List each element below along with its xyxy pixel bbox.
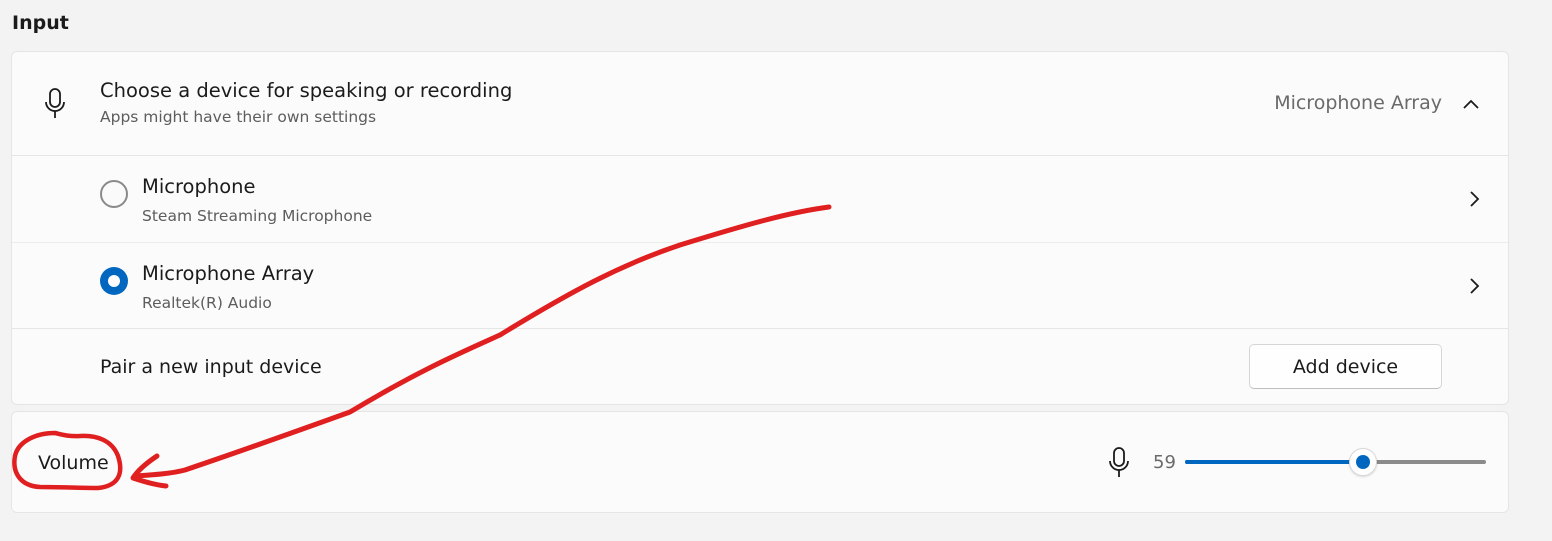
radio-button-microphone[interactable] [100, 180, 128, 208]
volume-card: Volume 59 [11, 411, 1509, 513]
device-description: Steam Streaming Microphone [142, 207, 373, 225]
chevron-right-icon[interactable] [1468, 190, 1480, 212]
pair-device-row: Pair a new input device Add device [12, 328, 1508, 405]
device-option-microphone[interactable]: Microphone Steam Streaming Microphone [12, 155, 1508, 243]
volume-value: 59 [1153, 452, 1176, 473]
device-name: Microphone [142, 175, 256, 198]
device-description: Realtek(R) Audio [142, 294, 272, 312]
device-name: Microphone Array [142, 262, 315, 285]
input-device-card: Choose a device for speaking or recordin… [11, 51, 1509, 405]
chevron-right-icon[interactable] [1468, 277, 1480, 299]
input-device-selector-header[interactable]: Choose a device for speaking or recordin… [12, 52, 1508, 156]
selected-device-value: Microphone Array [1274, 92, 1442, 114]
device-option-microphone-array[interactable]: Microphone Array Realtek(R) Audio [12, 242, 1508, 329]
input-device-subtitle: Apps might have their own settings [100, 108, 377, 126]
add-device-button[interactable]: Add device [1249, 344, 1442, 389]
microphone-icon [1108, 447, 1130, 479]
volume-label: Volume [38, 452, 109, 474]
slider-thumb[interactable] [1349, 448, 1377, 476]
slider-fill [1185, 460, 1363, 464]
section-title: Input [12, 12, 69, 34]
pair-device-label: Pair a new input device [100, 356, 322, 378]
microphone-icon [44, 88, 66, 120]
chevron-up-icon[interactable] [1462, 95, 1480, 114]
volume-slider[interactable] [1185, 448, 1486, 476]
radio-button-microphone-array[interactable] [100, 267, 128, 295]
input-device-title: Choose a device for speaking or recordin… [100, 79, 513, 102]
